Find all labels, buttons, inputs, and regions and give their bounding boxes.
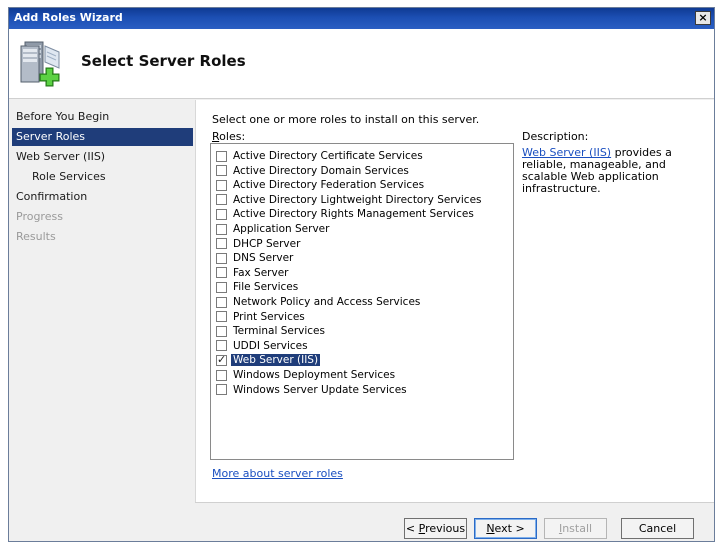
role-description: Web Server (IIS) provides a reliable, ma… [522,147,702,195]
role-checkbox-checked[interactable] [216,353,227,366]
role-checkbox[interactable] [216,150,227,162]
role-item[interactable]: Windows Server Update Services [216,383,407,397]
role-item[interactable]: Print Services [216,310,305,324]
page-title: Select Server Roles [81,52,246,70]
roles-list[interactable]: Active Directory Certificate Services Ac… [210,143,514,460]
nav-item-progress: Progress [16,210,63,223]
role-checkbox[interactable] [216,311,227,323]
role-checkbox[interactable] [216,223,227,235]
role-label: Network Policy and Access Services [233,296,421,308]
add-roles-wizard-window: Add Roles Wizard × Select Server Roles B… [8,7,715,542]
role-item[interactable]: Active Directory Federation Services [216,178,424,192]
nav-item-server-roles[interactable]: Server Roles [12,128,193,146]
previous-label: revious [425,522,466,535]
role-item[interactable]: Fax Server [216,266,289,280]
description-label: Description: [522,130,589,143]
role-label: UDDI Services [233,339,308,352]
nav-item-web-server[interactable]: Web Server (IIS) [12,148,193,166]
role-label: Active Directory Domain Services [233,164,409,177]
nav-item-results: Results [16,230,56,243]
previous-button[interactable]: < Previous [404,518,467,539]
role-checkbox[interactable] [216,208,227,220]
roles-label: Roles: [212,130,245,143]
instruction-text: Select one or more roles to install on t… [212,113,480,126]
role-checkbox[interactable] [216,194,227,206]
next-hotkey: N [486,522,495,535]
role-item[interactable]: File Services [216,280,298,294]
role-label: Fax Server [233,266,289,279]
role-checkbox[interactable] [216,267,227,279]
role-checkbox[interactable] [216,340,227,352]
role-label: DHCP Server [233,237,301,250]
nav-item-before-you-begin[interactable]: Before You Begin [12,108,193,126]
role-item[interactable]: Active Directory Certificate Services [216,149,423,163]
role-checkbox[interactable] [216,281,227,293]
role-item[interactable]: Active Directory Rights Management Servi… [216,207,474,221]
role-label: Active Directory Certificate Services [233,150,423,162]
wizard-nav: Before You Begin Server Roles Web Server… [9,100,195,541]
title-bar[interactable]: Add Roles Wizard × [9,8,714,29]
role-checkbox[interactable] [216,384,227,396]
role-label: Windows Server Update Services [233,383,407,396]
role-item[interactable]: Active Directory Lightweight Directory S… [216,193,482,207]
role-label: Web Server (IIS) [231,354,321,367]
window-title: Add Roles Wizard [14,11,123,24]
role-checkbox[interactable] [216,238,227,250]
role-label: Active Directory Lightweight Directory S… [233,193,482,206]
roles-label-text: oles: [219,130,246,143]
role-item[interactable]: Application Server [216,222,329,236]
role-checkbox[interactable] [216,369,227,381]
role-label: Application Server [233,223,330,235]
role-checkbox[interactable] [216,179,227,191]
nav-item-confirmation[interactable]: Confirmation [12,188,193,206]
role-item[interactable]: Active Directory Domain Services [216,164,409,178]
role-label: Print Services [233,310,305,323]
role-checkbox[interactable] [216,165,227,177]
next-label: ext > [494,522,525,535]
role-label: File Services [233,281,299,294]
role-item[interactable]: Network Policy and Access Services [216,295,420,309]
role-label: DNS Server [233,252,294,265]
install-button[interactable]: Install [544,518,607,539]
role-checkbox[interactable] [216,296,227,308]
previous-prefix: < [405,522,419,535]
role-item-web-server[interactable]: Web Server (IIS) [216,353,321,367]
main-content: Select one or more roles to install on t… [195,100,714,502]
wizard-footer: < Previous Next > Install Cancel [195,502,714,541]
more-about-server-roles-link[interactable]: More about server roles [212,467,343,480]
role-item[interactable]: Windows Deployment Services [216,368,395,382]
wizard-header: Select Server Roles [9,29,714,99]
role-label: Terminal Services [233,325,325,338]
server-add-icon [20,41,60,87]
role-item[interactable]: DNS Server [216,251,293,265]
close-button[interactable]: × [695,11,711,25]
role-label: Active Directory Federation Services [233,179,425,192]
next-button[interactable]: Next > [474,518,537,539]
nav-item-role-services[interactable]: Role Services [12,168,193,186]
role-checkbox[interactable] [216,252,227,264]
role-checkbox[interactable] [216,325,227,337]
role-item[interactable]: UDDI Services [216,339,308,353]
cancel-button[interactable]: Cancel [621,518,694,539]
role-item[interactable]: Terminal Services [216,324,325,338]
role-label: Windows Deployment Services [233,369,396,381]
role-item[interactable]: DHCP Server [216,237,300,251]
role-label: Active Directory Rights Management Servi… [233,208,474,221]
install-label: nstall [562,522,593,535]
